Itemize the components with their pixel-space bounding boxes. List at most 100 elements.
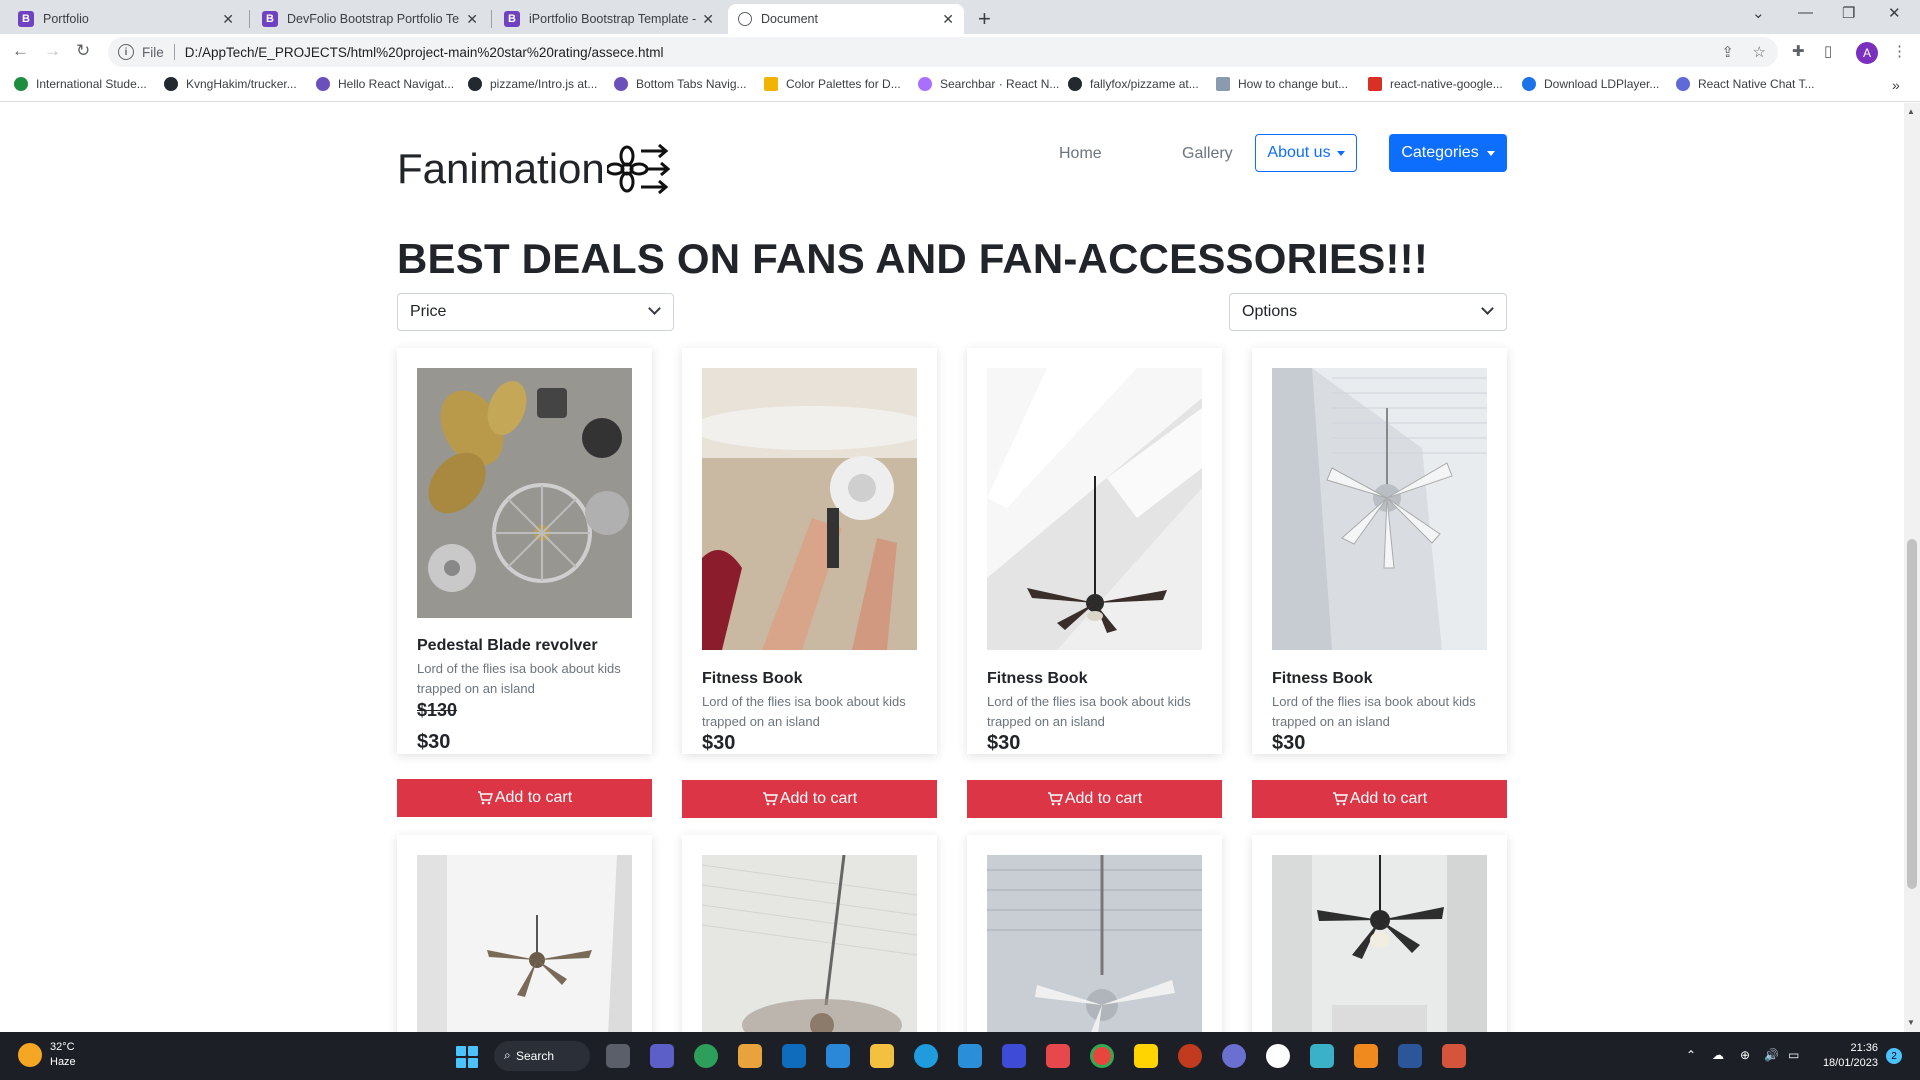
bookmark-item[interactable]: react-native-google...: [1368, 77, 1503, 91]
edge-dev-icon[interactable]: [694, 1044, 718, 1068]
about-us-dropdown[interactable]: About us: [1255, 134, 1357, 172]
fan-installation-image[interactable]: [702, 368, 917, 650]
page-scrollbar[interactable]: ▲ ▼: [1904, 103, 1920, 1032]
product-title[interactable]: Fitness Book: [987, 670, 1087, 688]
back-button[interactable]: ←: [12, 41, 29, 61]
add-to-cart-button[interactable]: Add to cart: [967, 780, 1222, 818]
nav-home[interactable]: Home: [1059, 145, 1102, 163]
tab-iportfolio[interactable]: B iPortfolio Bootstrap Template - In ✕: [494, 4, 724, 34]
tab-portfolio[interactable]: B Portfolio ✕: [8, 4, 244, 34]
bookmark-item[interactable]: KvngHakim/trucker...: [164, 77, 297, 91]
product-title[interactable]: Pedestal Blade revolver: [417, 637, 598, 655]
notification-badge[interactable]: 2: [1886, 1048, 1902, 1064]
close-icon[interactable]: ✕: [942, 11, 954, 28]
tab-devfolio[interactable]: B DevFolio Bootstrap Portfolio Tem ✕: [252, 4, 488, 34]
windows-start-icon[interactable]: [456, 1046, 478, 1068]
mail-icon[interactable]: [782, 1044, 806, 1068]
tab-search-icon[interactable]: ⌄: [1752, 4, 1765, 22]
more-bookmarks-icon[interactable]: »: [1892, 77, 1900, 93]
app-icon[interactable]: [1178, 1044, 1202, 1068]
spinning-fan-image[interactable]: [702, 855, 917, 1032]
share-icon[interactable]: ⇪: [1721, 43, 1734, 61]
bookmark-item[interactable]: fallyfox/pizzame at...: [1068, 77, 1199, 91]
cloud-icon[interactable]: ☁: [1712, 1048, 1724, 1062]
scroll-down-icon[interactable]: ▼: [1907, 1018, 1915, 1027]
menu-icon[interactable]: ⋮: [1892, 42, 1907, 60]
word-icon[interactable]: [1398, 1044, 1422, 1068]
profile-avatar[interactable]: A: [1856, 42, 1878, 64]
ceiling-fan-corner-image[interactable]: [417, 855, 632, 1032]
address-bar[interactable]: i File D:/AppTech/E_PROJECTS/html%20proj…: [108, 37, 1778, 67]
nav-gallery[interactable]: Gallery: [1182, 145, 1233, 163]
add-to-cart-button[interactable]: Add to cart: [682, 780, 937, 818]
close-icon[interactable]: ✕: [702, 11, 714, 28]
new-tab-button[interactable]: +: [978, 6, 991, 32]
bookmark-item[interactable]: React Native Chat T...: [1676, 77, 1815, 91]
weather-widget[interactable]: 32°C Haze: [18, 1040, 76, 1070]
store-icon[interactable]: [826, 1044, 850, 1068]
add-to-cart-button[interactable]: Add to cart: [397, 779, 652, 817]
dark-ceiling-fan-image[interactable]: [987, 368, 1202, 650]
brand-logo[interactable]: Fanimation: [397, 141, 673, 197]
system-clock[interactable]: 21:36 18/01/2023: [1814, 1041, 1878, 1071]
cart-icon: [762, 792, 778, 806]
figma-icon[interactable]: [1046, 1044, 1070, 1068]
info-icon[interactable]: i: [118, 44, 134, 60]
bookmark-item[interactable]: Color Palettes for D...: [764, 77, 901, 91]
bookmark-item[interactable]: pizzame/Intro.js at...: [468, 77, 597, 91]
edge-icon[interactable]: [914, 1044, 938, 1068]
bookmark-item[interactable]: Bottom Tabs Navig...: [614, 77, 747, 91]
volume-icon[interactable]: 🔊: [1764, 1048, 1779, 1062]
minimize-button[interactable]: —: [1798, 4, 1813, 21]
android-studio-icon[interactable]: [1002, 1044, 1026, 1068]
sticky-notes-icon[interactable]: [1134, 1044, 1158, 1068]
white-ceiling-fan-image[interactable]: [1272, 368, 1487, 650]
tab-document[interactable]: Document ✕: [728, 4, 964, 34]
teams-icon[interactable]: [650, 1044, 674, 1068]
app-icon[interactable]: [1442, 1044, 1466, 1068]
bookmark-item[interactable]: International Stude...: [14, 77, 147, 91]
app-icon[interactable]: [1266, 1044, 1290, 1068]
file-explorer-icon[interactable]: [870, 1044, 894, 1068]
add-to-cart-button[interactable]: Add to cart: [1252, 780, 1507, 818]
fan-parts-image[interactable]: [417, 368, 632, 618]
price-select[interactable]: Price: [397, 293, 674, 331]
close-icon[interactable]: ✕: [466, 11, 478, 28]
dark-fan-hall-image[interactable]: [1272, 855, 1487, 1032]
forward-button[interactable]: →: [44, 41, 61, 61]
bookmark-star-icon[interactable]: ☆: [1753, 43, 1766, 61]
bookmark-item[interactable]: Download LDPlayer...: [1522, 77, 1659, 91]
product-card: Fitness Book Lord of the flies isa book …: [682, 348, 937, 754]
git-icon[interactable]: [738, 1044, 762, 1068]
restore-button[interactable]: ❐: [1842, 4, 1855, 22]
white-fan-beams-image[interactable]: [987, 855, 1202, 1032]
reload-button[interactable]: ↻: [76, 41, 90, 61]
vscode-icon[interactable]: [958, 1044, 982, 1068]
categories-dropdown[interactable]: Categories: [1389, 134, 1507, 172]
language-icon[interactable]: ⊕: [1740, 1048, 1750, 1062]
task-view-icon[interactable]: [606, 1044, 630, 1068]
app-icon[interactable]: [1310, 1044, 1334, 1068]
extensions-icon[interactable]: ✚: [1792, 42, 1805, 60]
product-title[interactable]: Fitness Book: [1272, 670, 1372, 688]
url-text[interactable]: D:/AppTech/E_PROJECTS/html%20project-mai…: [185, 45, 664, 60]
close-icon[interactable]: ✕: [222, 11, 234, 28]
close-window-button[interactable]: ✕: [1888, 4, 1901, 22]
vlc-icon[interactable]: [1354, 1044, 1378, 1068]
chrome-icon[interactable]: [1090, 1044, 1114, 1068]
options-select[interactable]: Options: [1229, 293, 1507, 331]
categories-label: Categories: [1401, 144, 1479, 161]
product-card: Pedestal Blade revolver Lord of the flie…: [397, 348, 652, 754]
scroll-up-icon[interactable]: ▲: [1907, 107, 1915, 116]
react-navigation-icon: [614, 77, 628, 91]
side-panel-icon[interactable]: ▯: [1824, 42, 1832, 60]
bookmark-item[interactable]: How to change but...: [1216, 77, 1348, 91]
battery-icon[interactable]: ▭: [1788, 1048, 1799, 1062]
bookmark-item[interactable]: Hello React Navigat...: [316, 77, 454, 91]
scrollbar-thumb[interactable]: [1907, 539, 1917, 889]
app-icon[interactable]: [1222, 1044, 1246, 1068]
product-title[interactable]: Fitness Book: [702, 670, 802, 688]
chevron-up-icon[interactable]: ⌃: [1686, 1048, 1696, 1062]
taskbar-search[interactable]: ⌕ Search: [494, 1041, 590, 1071]
bookmark-item[interactable]: Searchbar · React N...: [918, 77, 1059, 91]
